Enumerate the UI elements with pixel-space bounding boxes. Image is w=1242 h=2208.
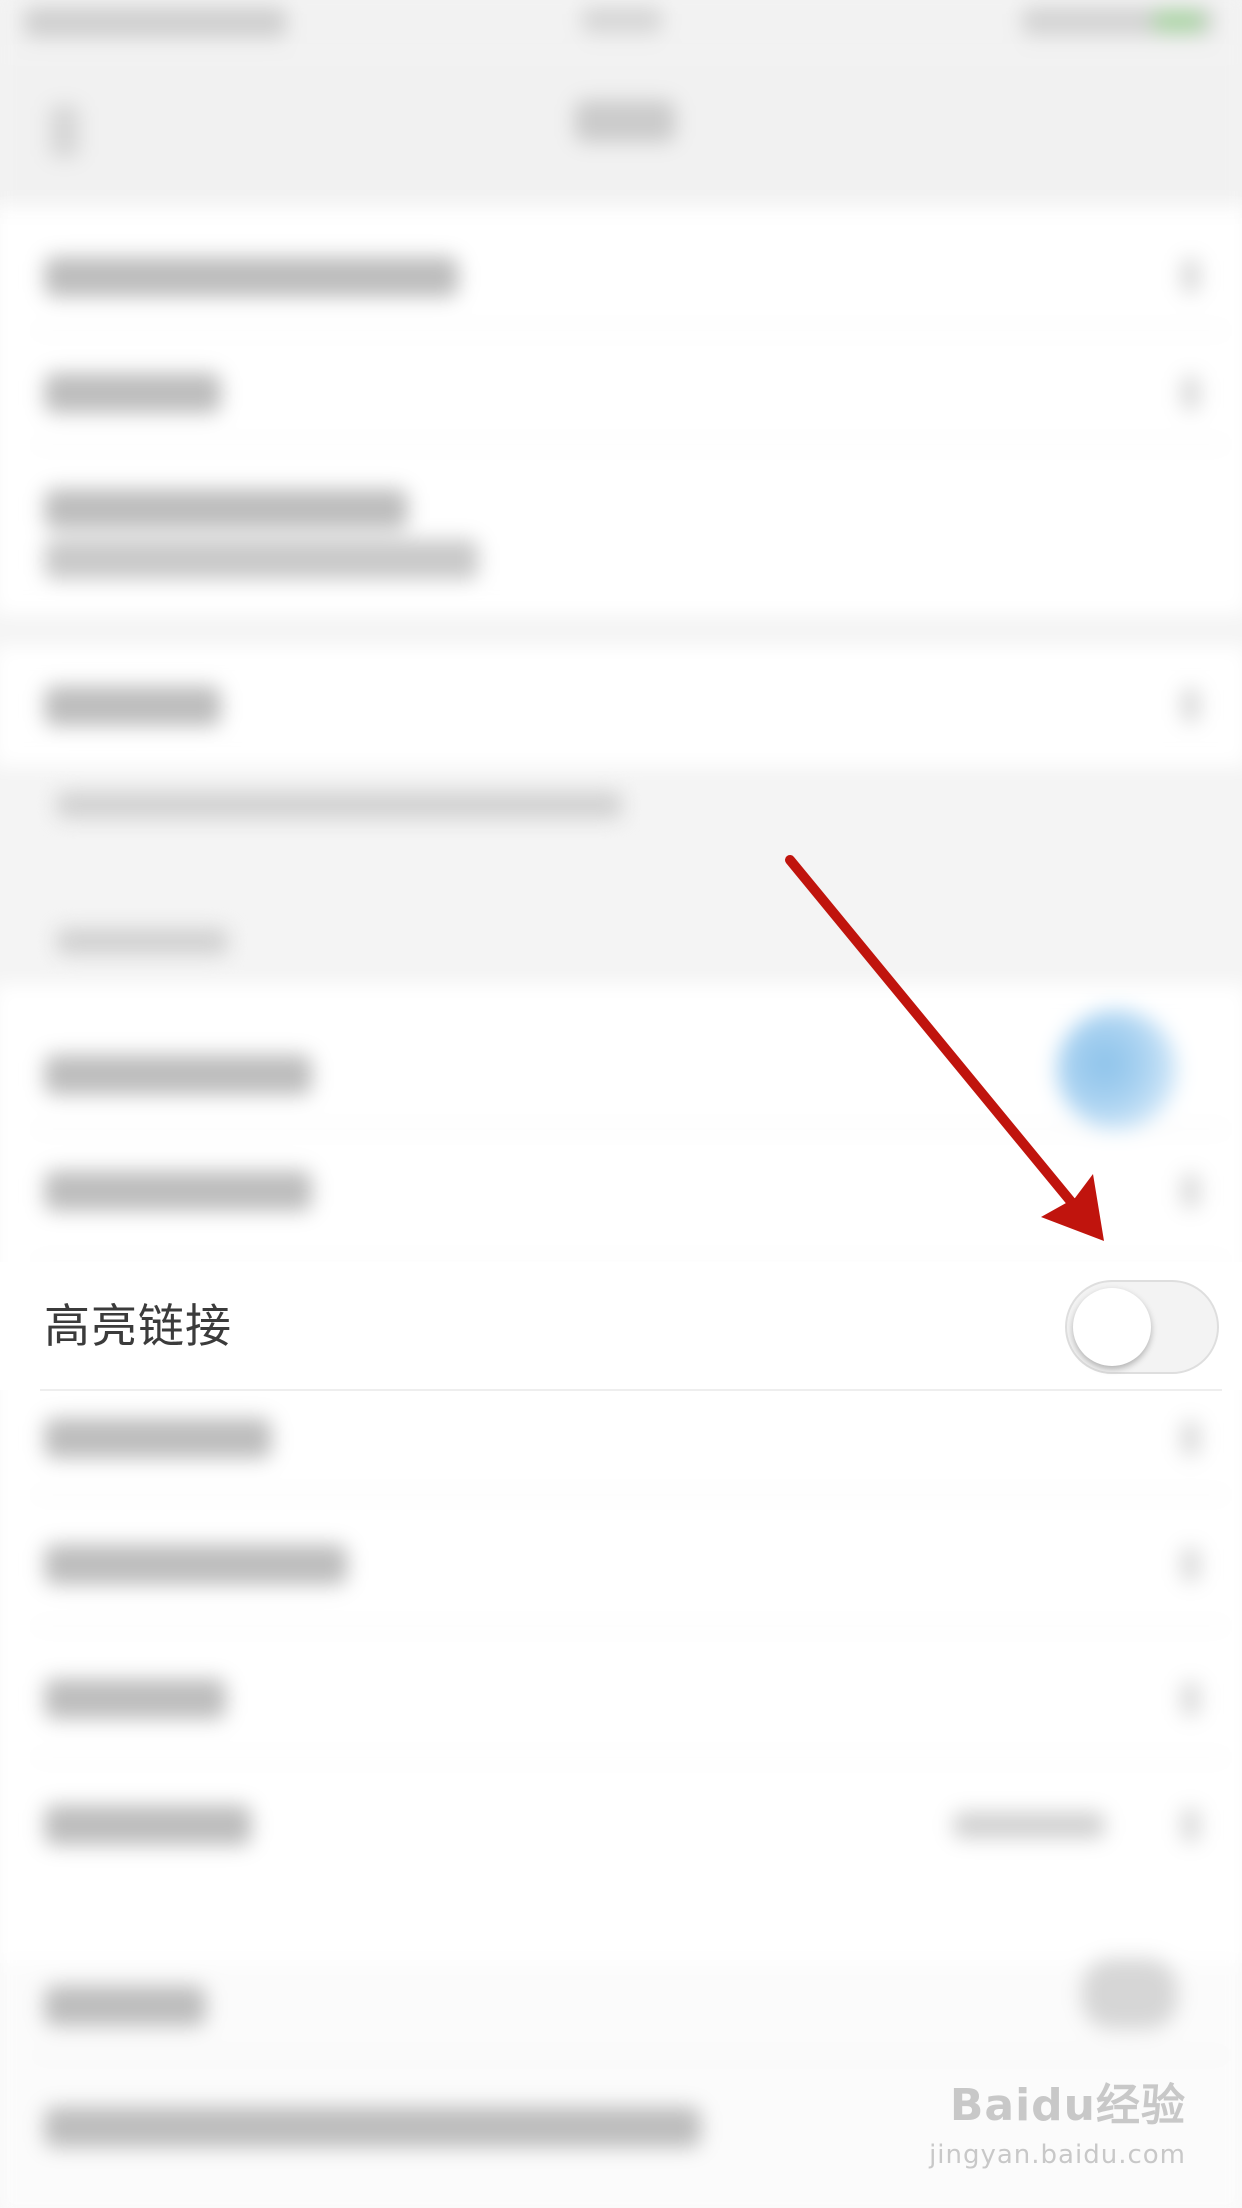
setting-row-blur — [44, 539, 479, 580]
status-bar — [0, 0, 1242, 55]
setting-value-blur — [953, 1812, 1105, 1839]
setting-row-blur[interactable] — [44, 1170, 312, 1212]
setting-row-blur[interactable] — [44, 1804, 252, 1846]
setting-row-blur[interactable] — [44, 1054, 312, 1095]
row-divider — [34, 1625, 1229, 1628]
blurred-toggle-on[interactable] — [1056, 1009, 1178, 1131]
setting-row-blur[interactable] — [44, 2106, 701, 2148]
chevron-right-icon — [1181, 687, 1200, 723]
chevron-right-icon — [1181, 1173, 1200, 1209]
row-divider — [40, 1389, 1222, 1391]
baidu-watermark: Baidu经验 jingyan.baidu.com — [929, 2079, 1186, 2184]
row-divider — [34, 2054, 1229, 2057]
highlight-links-row[interactable]: 高亮链接 — [0, 1262, 1242, 1390]
setting-row-blur[interactable] — [44, 1544, 348, 1585]
group-header-blur — [56, 928, 229, 955]
blurred-settings-background — [0, 0, 1242, 2208]
watermark-sub-text: jingyan.baidu.com — [929, 2140, 1186, 2170]
row-divider — [34, 1493, 1229, 1496]
settings-screen: 高亮链接 Baidu经验 jingyan.baidu.com — [0, 0, 1242, 2208]
nav-title-blur — [574, 100, 676, 143]
setting-row-blur[interactable] — [44, 372, 222, 414]
chevron-right-icon — [1181, 1681, 1200, 1717]
setting-row-blur[interactable] — [44, 1418, 272, 1459]
row-divider — [34, 1128, 1229, 1131]
settings-group-2 — [0, 645, 1242, 767]
toggle-knob[interactable] — [1073, 1288, 1151, 1366]
back-icon[interactable] — [49, 105, 80, 158]
status-time-blur — [581, 7, 663, 34]
chevron-right-icon — [1181, 1421, 1200, 1456]
chevron-right-icon — [1181, 1547, 1200, 1582]
blurred-control[interactable] — [1081, 1958, 1178, 2030]
row-divider — [34, 1756, 1229, 1759]
highlight-links-label: 高亮链接 — [44, 1299, 232, 1353]
setting-row-blur[interactable] — [44, 256, 459, 298]
navigation-bar — [0, 54, 1242, 207]
settings-group-1 — [0, 206, 1242, 616]
setting-row-blur[interactable] — [44, 685, 222, 727]
setting-row-blur[interactable] — [44, 488, 408, 530]
setting-row-blur[interactable] — [44, 1985, 206, 2027]
setting-row-blur[interactable] — [44, 1678, 227, 1720]
status-left-blur — [24, 7, 287, 38]
row-divider — [34, 443, 1229, 446]
watermark-main-text: Baidu经验 — [949, 2080, 1186, 2131]
highlight-links-toggle[interactable] — [1065, 1280, 1219, 1374]
settings-group-3 — [0, 983, 1242, 1964]
battery-icon — [1153, 11, 1204, 32]
row-divider — [34, 329, 1229, 332]
group-footer-blur — [56, 791, 623, 819]
chevron-right-icon — [1181, 375, 1200, 411]
chevron-right-icon — [1181, 1807, 1200, 1843]
chevron-right-icon — [1181, 258, 1200, 293]
